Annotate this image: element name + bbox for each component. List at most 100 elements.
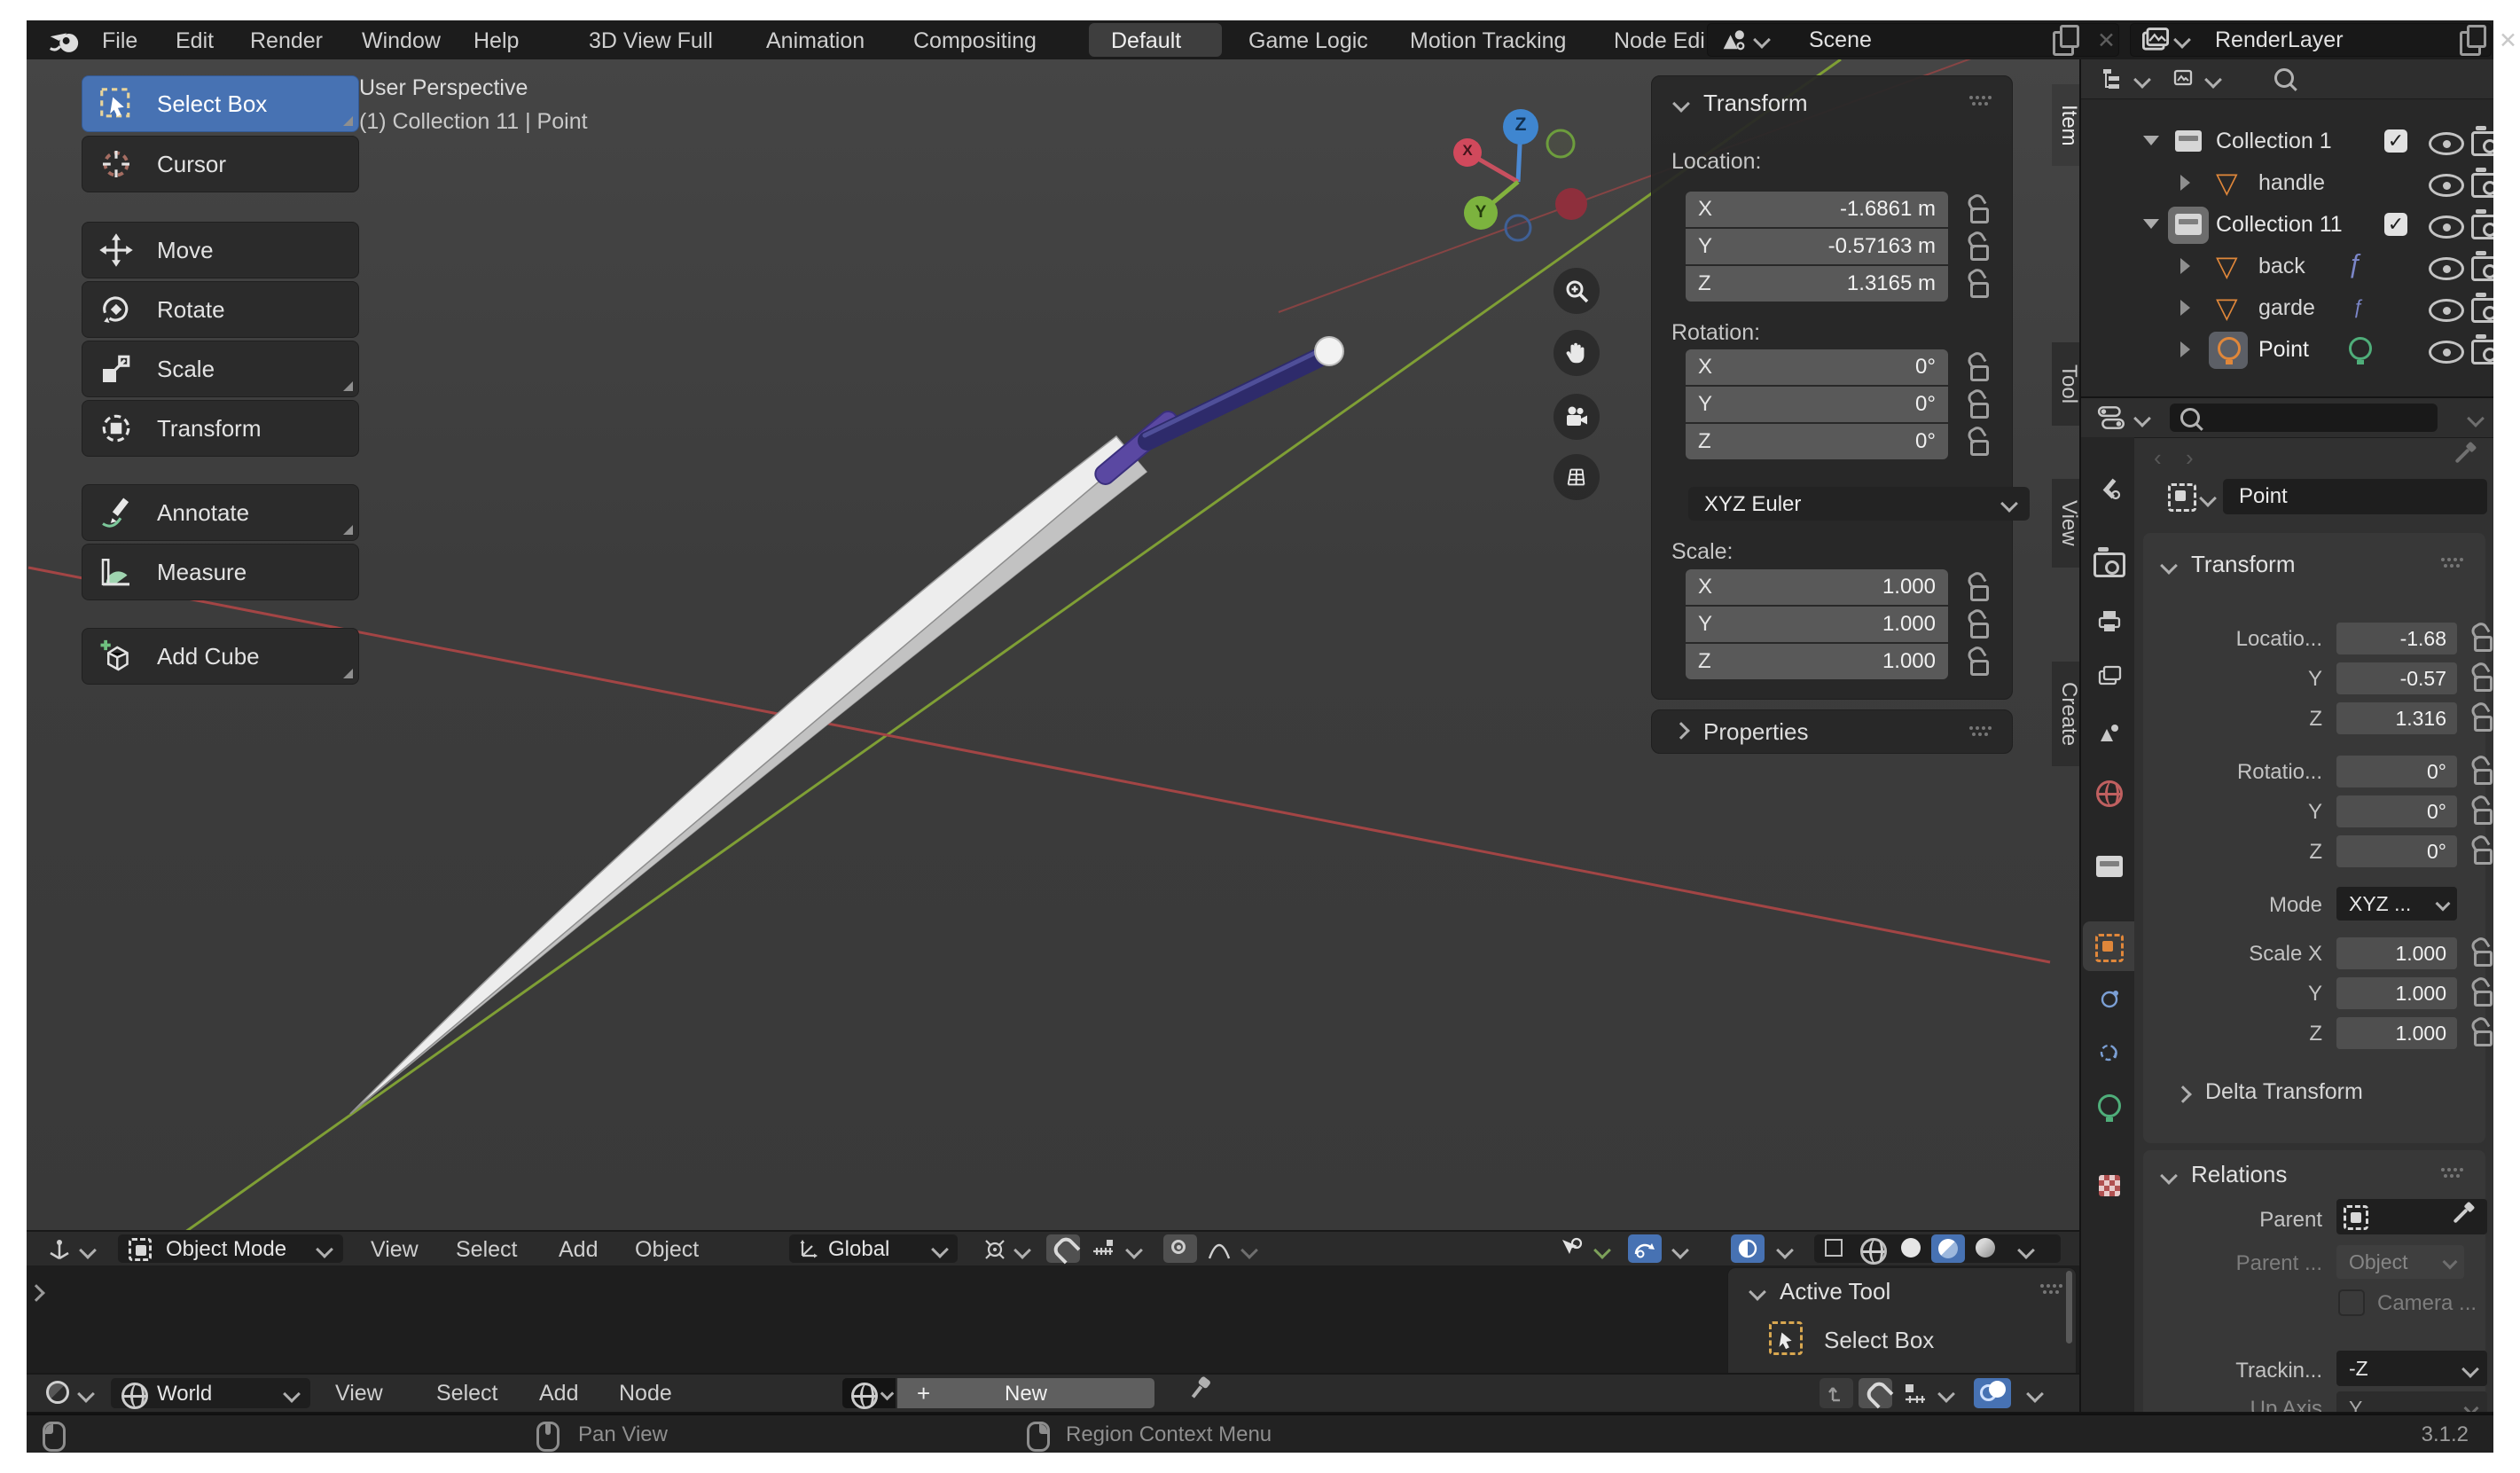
workspace-tab-node-editor[interactable]: Node Edi <box>1614 28 1705 54</box>
pan-button[interactable] <box>1553 330 1600 376</box>
lock-icon[interactable] <box>1964 270 1991 299</box>
location-x-field[interactable]: X-1.6861 m <box>1686 192 1948 227</box>
menu-edit[interactable]: Edit <box>176 28 214 54</box>
mode-dropdown[interactable]: Object Mode <box>118 1234 343 1263</box>
panel-expand-icon[interactable] <box>1672 722 1690 740</box>
menu-render[interactable]: Render <box>250 28 323 54</box>
falloff-dropdown-icon[interactable] <box>1240 1242 1258 1259</box>
show-overlays-toggle[interactable] <box>1628 1234 1662 1263</box>
ortho-toggle-button[interactable] <box>1553 454 1600 500</box>
panel-collapse-icon[interactable] <box>2160 557 2178 575</box>
pivot-dropdown-icon[interactable] <box>1013 1242 1031 1259</box>
tab-viewlayer-properties[interactable] <box>2086 657 2133 696</box>
gizmo-y-axis[interactable]: Y <box>1473 203 1489 223</box>
tab-physics-properties[interactable] <box>2086 980 2133 1019</box>
rotation-z-field[interactable]: Z0° <box>1686 424 1948 459</box>
panel-menu-icon[interactable] <box>2441 1168 2445 1171</box>
camera-icon[interactable] <box>2471 131 2493 156</box>
solid-shading-icon[interactable] <box>1901 1238 1921 1258</box>
loc-y-field[interactable]: -0.57 <box>2336 662 2457 694</box>
scale-y-field[interactable]: Y1.000 <box>1686 607 1948 642</box>
viewport-3d[interactable]: Z X Y User Perspective (1) Collection 11… <box>27 59 2079 1230</box>
eyedropper-icon[interactable] <box>2453 1209 2469 1224</box>
eye-icon[interactable] <box>2429 257 2464 280</box>
node-snap-toggle[interactable] <box>1859 1378 1892 1408</box>
overlays-dropdown-icon[interactable] <box>1671 1242 1689 1259</box>
pivot-point-icon[interactable] <box>982 1237 1007 1262</box>
solid-wire-shading-icon[interactable] <box>1860 1238 1887 1265</box>
location-y-field[interactable]: Y-0.57163 m <box>1686 229 1948 264</box>
renderlayer-icon[interactable] <box>2140 27 2171 53</box>
expand-icon[interactable] <box>2180 258 2190 274</box>
lock-icon[interactable] <box>2468 624 2493 653</box>
rotation-y-field[interactable]: Y0° <box>1686 387 1948 422</box>
tab-world-properties[interactable] <box>2086 774 2133 813</box>
collection-checkbox[interactable] <box>2384 129 2407 153</box>
npanel-tab-item[interactable]: Item <box>2052 84 2079 166</box>
tab-constraints-properties[interactable] <box>2086 1033 2133 1072</box>
expand-icon[interactable] <box>2143 136 2159 145</box>
eye-icon[interactable] <box>2429 341 2464 364</box>
outliner-row-collection-1[interactable]: Collection 1 <box>2081 121 2493 163</box>
renderlayer-name[interactable]: RenderLayer <box>2215 27 2344 53</box>
breadcrumb-dropdown-icon[interactable] <box>2199 490 2217 507</box>
eye-icon[interactable] <box>2429 174 2464 197</box>
outliner-row-garde[interactable]: garde ƒ <box>2081 288 2493 330</box>
scrollbar[interactable] <box>2066 1271 2072 1344</box>
workspace-tab-game-logic[interactable]: Game Logic <box>1248 28 1368 54</box>
world-id-icon-box[interactable] <box>842 1378 896 1408</box>
menu-file[interactable]: File <box>102 28 137 54</box>
npanel-tab-view[interactable]: View <box>2052 479 2079 568</box>
tab-object-properties-active[interactable] <box>2083 921 2134 971</box>
lock-icon[interactable] <box>1964 233 1991 262</box>
camera-icon[interactable] <box>2471 215 2493 239</box>
properties-search-input[interactable] <box>2170 404 2438 432</box>
node-snap-target-icon[interactable] <box>1903 1382 1928 1406</box>
tool-scale[interactable]: Scale <box>82 341 359 397</box>
npanel-tab-tool[interactable]: Tool <box>2052 342 2079 426</box>
menu-window[interactable]: Window <box>362 28 441 54</box>
panel-collapse-icon[interactable] <box>1672 95 1690 113</box>
display-mode-dropdown-icon[interactable] <box>2133 71 2151 89</box>
parent-type-dropdown[interactable]: Object <box>2336 1245 2464 1279</box>
renderlayer-copy-icon[interactable] <box>2460 31 2481 56</box>
shader-editor-type-icon[interactable] <box>46 1381 69 1404</box>
node-menu-add[interactable]: Add <box>539 1381 578 1406</box>
gizmo-dropdown-icon[interactable] <box>1593 1242 1611 1259</box>
editor-type-dropdown-icon[interactable] <box>2133 410 2151 427</box>
expand-icon[interactable] <box>2180 341 2190 357</box>
nav-back-icon[interactable]: ‹ <box>2154 444 2162 472</box>
outliner-row-back[interactable]: back ƒ <box>2081 247 2493 288</box>
tool-annotate[interactable]: Annotate <box>82 484 359 541</box>
tab-texture-properties[interactable] <box>2086 1166 2133 1205</box>
up-axis-dropdown[interactable]: Y <box>2336 1391 2487 1412</box>
tab-output-properties[interactable] <box>2086 602 2133 641</box>
workspace-tab-compositing[interactable]: Compositing <box>913 28 1037 54</box>
material-shading-active[interactable] <box>1931 1234 1965 1263</box>
eye-icon[interactable] <box>2429 299 2464 322</box>
expand-icon[interactable] <box>2143 219 2159 229</box>
header-more-icon[interactable] <box>2467 410 2485 427</box>
lock-icon[interactable] <box>2468 837 2493 866</box>
node-menu-view[interactable]: View <box>335 1381 383 1406</box>
outliner-row-collection-11[interactable]: Collection 11 <box>2081 205 2493 247</box>
node-menu-node[interactable]: Node <box>619 1381 672 1406</box>
tool-add-cube[interactable]: Add Cube <box>82 628 359 685</box>
delta-transform-label[interactable]: Delta Transform <box>2205 1079 2363 1105</box>
location-z-field[interactable]: Z1.3165 m <box>1686 266 1948 302</box>
panel-menu-icon[interactable] <box>1969 96 1973 99</box>
eye-icon[interactable] <box>2429 215 2464 239</box>
outliner-row-point[interactable]: Point <box>2081 330 2493 372</box>
editor-type-icon[interactable] <box>46 1237 73 1262</box>
viewport-menu-object[interactable]: Object <box>635 1237 699 1263</box>
show-gizmo-icon[interactable] <box>1557 1236 1584 1263</box>
scene-icon[interactable] <box>1718 27 1749 53</box>
rotation-mode-dropdown[interactable]: XYZ Euler <box>1688 487 2030 521</box>
xray-dropdown-icon[interactable] <box>1776 1242 1794 1259</box>
scale-z-field[interactable]: Z1.000 <box>1686 644 1948 679</box>
lock-icon[interactable] <box>2468 757 2493 786</box>
zoom-button[interactable] <box>1553 268 1600 314</box>
tool-select-box[interactable]: Select Box <box>82 75 359 132</box>
auto-offset-toggle[interactable] <box>1974 1378 2011 1408</box>
search-icon[interactable] <box>2274 68 2294 88</box>
